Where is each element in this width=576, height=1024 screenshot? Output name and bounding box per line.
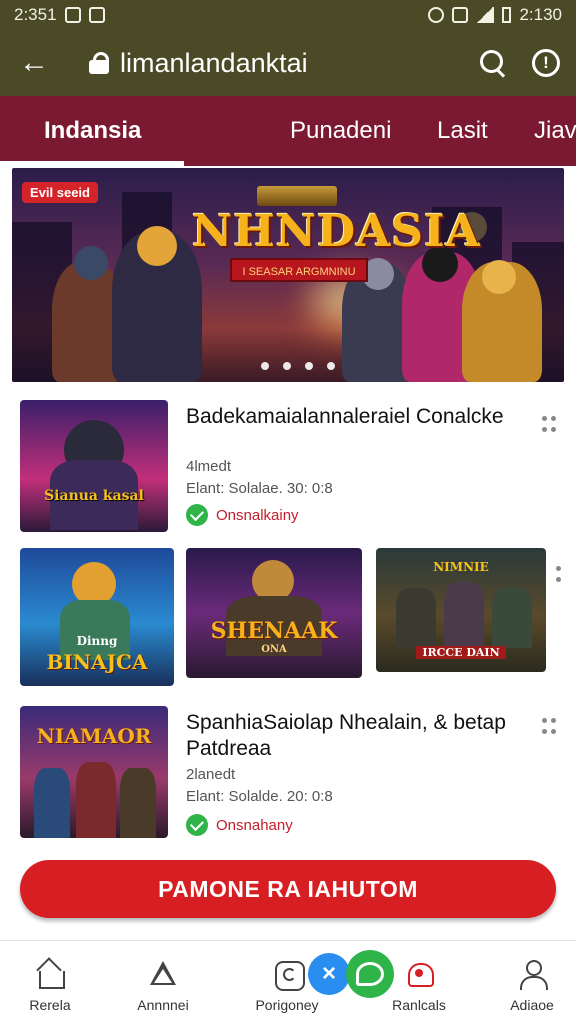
- alarm-icon: [428, 7, 445, 23]
- thumbnail-figure: [492, 588, 532, 648]
- thumbnail-sublabel: ONA: [261, 644, 287, 655]
- hero-figure: [74, 246, 108, 280]
- chat-status-icon: [186, 504, 208, 526]
- app-icon: [273, 959, 305, 991]
- url-actions: !: [480, 49, 560, 77]
- list-item[interactable]: Sianua kasal Badekamaialannaleraiel Cona…: [20, 400, 560, 532]
- tab-label: Indansia: [44, 117, 142, 144]
- carousel-dot[interactable]: [327, 362, 335, 370]
- carousel-dot[interactable]: [261, 362, 269, 370]
- thumbnail-label: SHENAAK: [210, 618, 338, 644]
- tab-jiav[interactable]: Jiav: [534, 96, 576, 166]
- row-thumbnail[interactable]: NIMNIE IRCCE DAIN: [376, 548, 546, 672]
- carousel-dots: [12, 362, 564, 370]
- item-thumbnail: Sianua kasal: [20, 400, 168, 532]
- item-status: Onsnalkainy: [186, 504, 299, 526]
- item-meta: Elant: Solalae. 30: 0:8: [186, 480, 333, 497]
- banner-badge: Evil seeid: [22, 182, 98, 203]
- nav-label: Ranlcals: [392, 997, 446, 1013]
- thumbnail-figure: [396, 588, 436, 648]
- tab-punadeni[interactable]: Punadeni: [290, 96, 391, 166]
- thumbnail-figure: [76, 762, 116, 838]
- status-right-time: 2:130: [519, 5, 562, 24]
- url-text: limanlandanktai: [120, 47, 308, 78]
- nav-label: Porigoney: [255, 997, 319, 1013]
- thumbnail-art: Sianua kasal: [20, 400, 168, 532]
- row-thumbnail[interactable]: SHENAAK ONA: [186, 548, 362, 678]
- banner-logo-emblem: [257, 186, 337, 206]
- vibrate-icon: [452, 7, 469, 23]
- item-status-label: Onsnalkainy: [216, 506, 299, 524]
- chat-bubble-icon[interactable]: [346, 950, 394, 998]
- bottom-navigation: Rerela Annnnei Porigoney Ranlcals Adiaoe: [0, 940, 576, 1024]
- nav-label: Rerela: [29, 997, 71, 1013]
- item-meta: 4lmedt: [186, 458, 232, 475]
- tab-label: Punadeni: [290, 117, 392, 144]
- more-options-icon[interactable]: [542, 718, 560, 736]
- thumbnail-figure: [444, 582, 484, 648]
- hero-figure: [137, 226, 177, 266]
- lock-icon: [88, 52, 110, 74]
- nav-item-rerela[interactable]: Rerela: [0, 959, 100, 1013]
- tab-label: Jiav: [534, 117, 576, 144]
- close-icon[interactable]: ×: [308, 953, 350, 995]
- thumbnail-sublabel: Dinng: [76, 634, 118, 648]
- status-right: 2:130: [428, 5, 562, 25]
- chat-status-icon: [186, 814, 208, 836]
- status-bar: 2:351 2:130: [0, 0, 576, 30]
- carousel-dot[interactable]: [283, 362, 291, 370]
- item-status: Onsnahany: [186, 814, 293, 836]
- thumbnail-label: BINAJCA: [46, 650, 148, 674]
- battery-icon: [502, 7, 512, 23]
- triangle-icon: [148, 959, 178, 989]
- list-item[interactable]: NIAMAOR SpanhiaSaiolap Nhealain, & betap…: [20, 706, 560, 838]
- item-meta: Elant: Solalde. 20: 0:8: [186, 788, 333, 805]
- thumbnail-art: NIAMAOR: [20, 706, 168, 838]
- banner-title: NHNDASIA: [192, 206, 481, 257]
- tab-lasit[interactable]: Lasit: [437, 96, 488, 166]
- cta-label: PAMONE RA IAHUTOM: [158, 875, 418, 902]
- search-icon[interactable]: [480, 50, 506, 76]
- nav-label: Adiaoe: [510, 997, 554, 1013]
- hero-figure: [482, 260, 516, 294]
- tab-label: Lasit: [437, 117, 488, 144]
- thumbnail-sublabel: NIMNIE: [433, 560, 489, 574]
- item-title[interactable]: SpanhiaSaiolap Nhealain, & betap Patdrea…: [186, 710, 526, 762]
- url-bar: ← limanlandanktai !: [0, 30, 576, 96]
- signal-icon: [476, 7, 495, 23]
- item-thumbnail: NIAMAOR: [20, 706, 168, 838]
- status-time: 2:351: [14, 5, 57, 24]
- nav-item-annnnei[interactable]: Annnnei: [113, 959, 213, 1013]
- thumbnail-figure: [34, 768, 70, 838]
- thumbnail-label: IRCCE DAIN: [416, 646, 506, 659]
- user-icon: [517, 959, 548, 990]
- more-options-icon[interactable]: [556, 566, 562, 584]
- nav-label: Annnnei: [137, 997, 189, 1013]
- thumbnail-label: Sianua kasal: [44, 488, 144, 504]
- item-status-label: Onsnahany: [216, 816, 293, 834]
- info-icon[interactable]: !: [532, 49, 560, 77]
- item-meta: 2lanedt: [186, 766, 236, 783]
- status-left: 2:351: [14, 5, 105, 25]
- tab-indansia[interactable]: Indansia: [44, 96, 141, 166]
- carousel-dot[interactable]: [305, 362, 313, 370]
- thumbnail-label: NIAMAOR: [36, 724, 152, 748]
- tab-active-indicator: [0, 161, 184, 166]
- item-title[interactable]: Badekamaialannaleraiel Conalcke: [186, 404, 526, 430]
- app-screen: 2:351 2:130 ← limanlandanktai ! Indansia: [0, 0, 576, 1024]
- tab-bar: Indansia Punadeni Lasit Jiav: [0, 96, 576, 166]
- image-notification-icon: [64, 7, 81, 23]
- bell-icon: [404, 959, 434, 989]
- url-display[interactable]: limanlandanktai: [88, 48, 308, 79]
- thumbnail-figure: [120, 768, 156, 838]
- row-thumbnail[interactable]: Dinng BINAJCA: [20, 548, 174, 686]
- back-arrow-icon[interactable]: ←: [16, 45, 52, 81]
- hero-banner[interactable]: Evil seeid NHNDASIA I SEASAR ARGMNINU: [12, 168, 564, 382]
- more-options-icon[interactable]: [542, 416, 560, 434]
- primary-cta-button[interactable]: PAMONE RA IAHUTOM: [20, 860, 556, 918]
- app-notification-icon: [88, 7, 105, 23]
- home-icon: [35, 959, 65, 989]
- nav-item-adiaoe[interactable]: Adiaoe: [482, 959, 576, 1013]
- banner-subtitle: I SEASAR ARGMNINU: [230, 258, 368, 282]
